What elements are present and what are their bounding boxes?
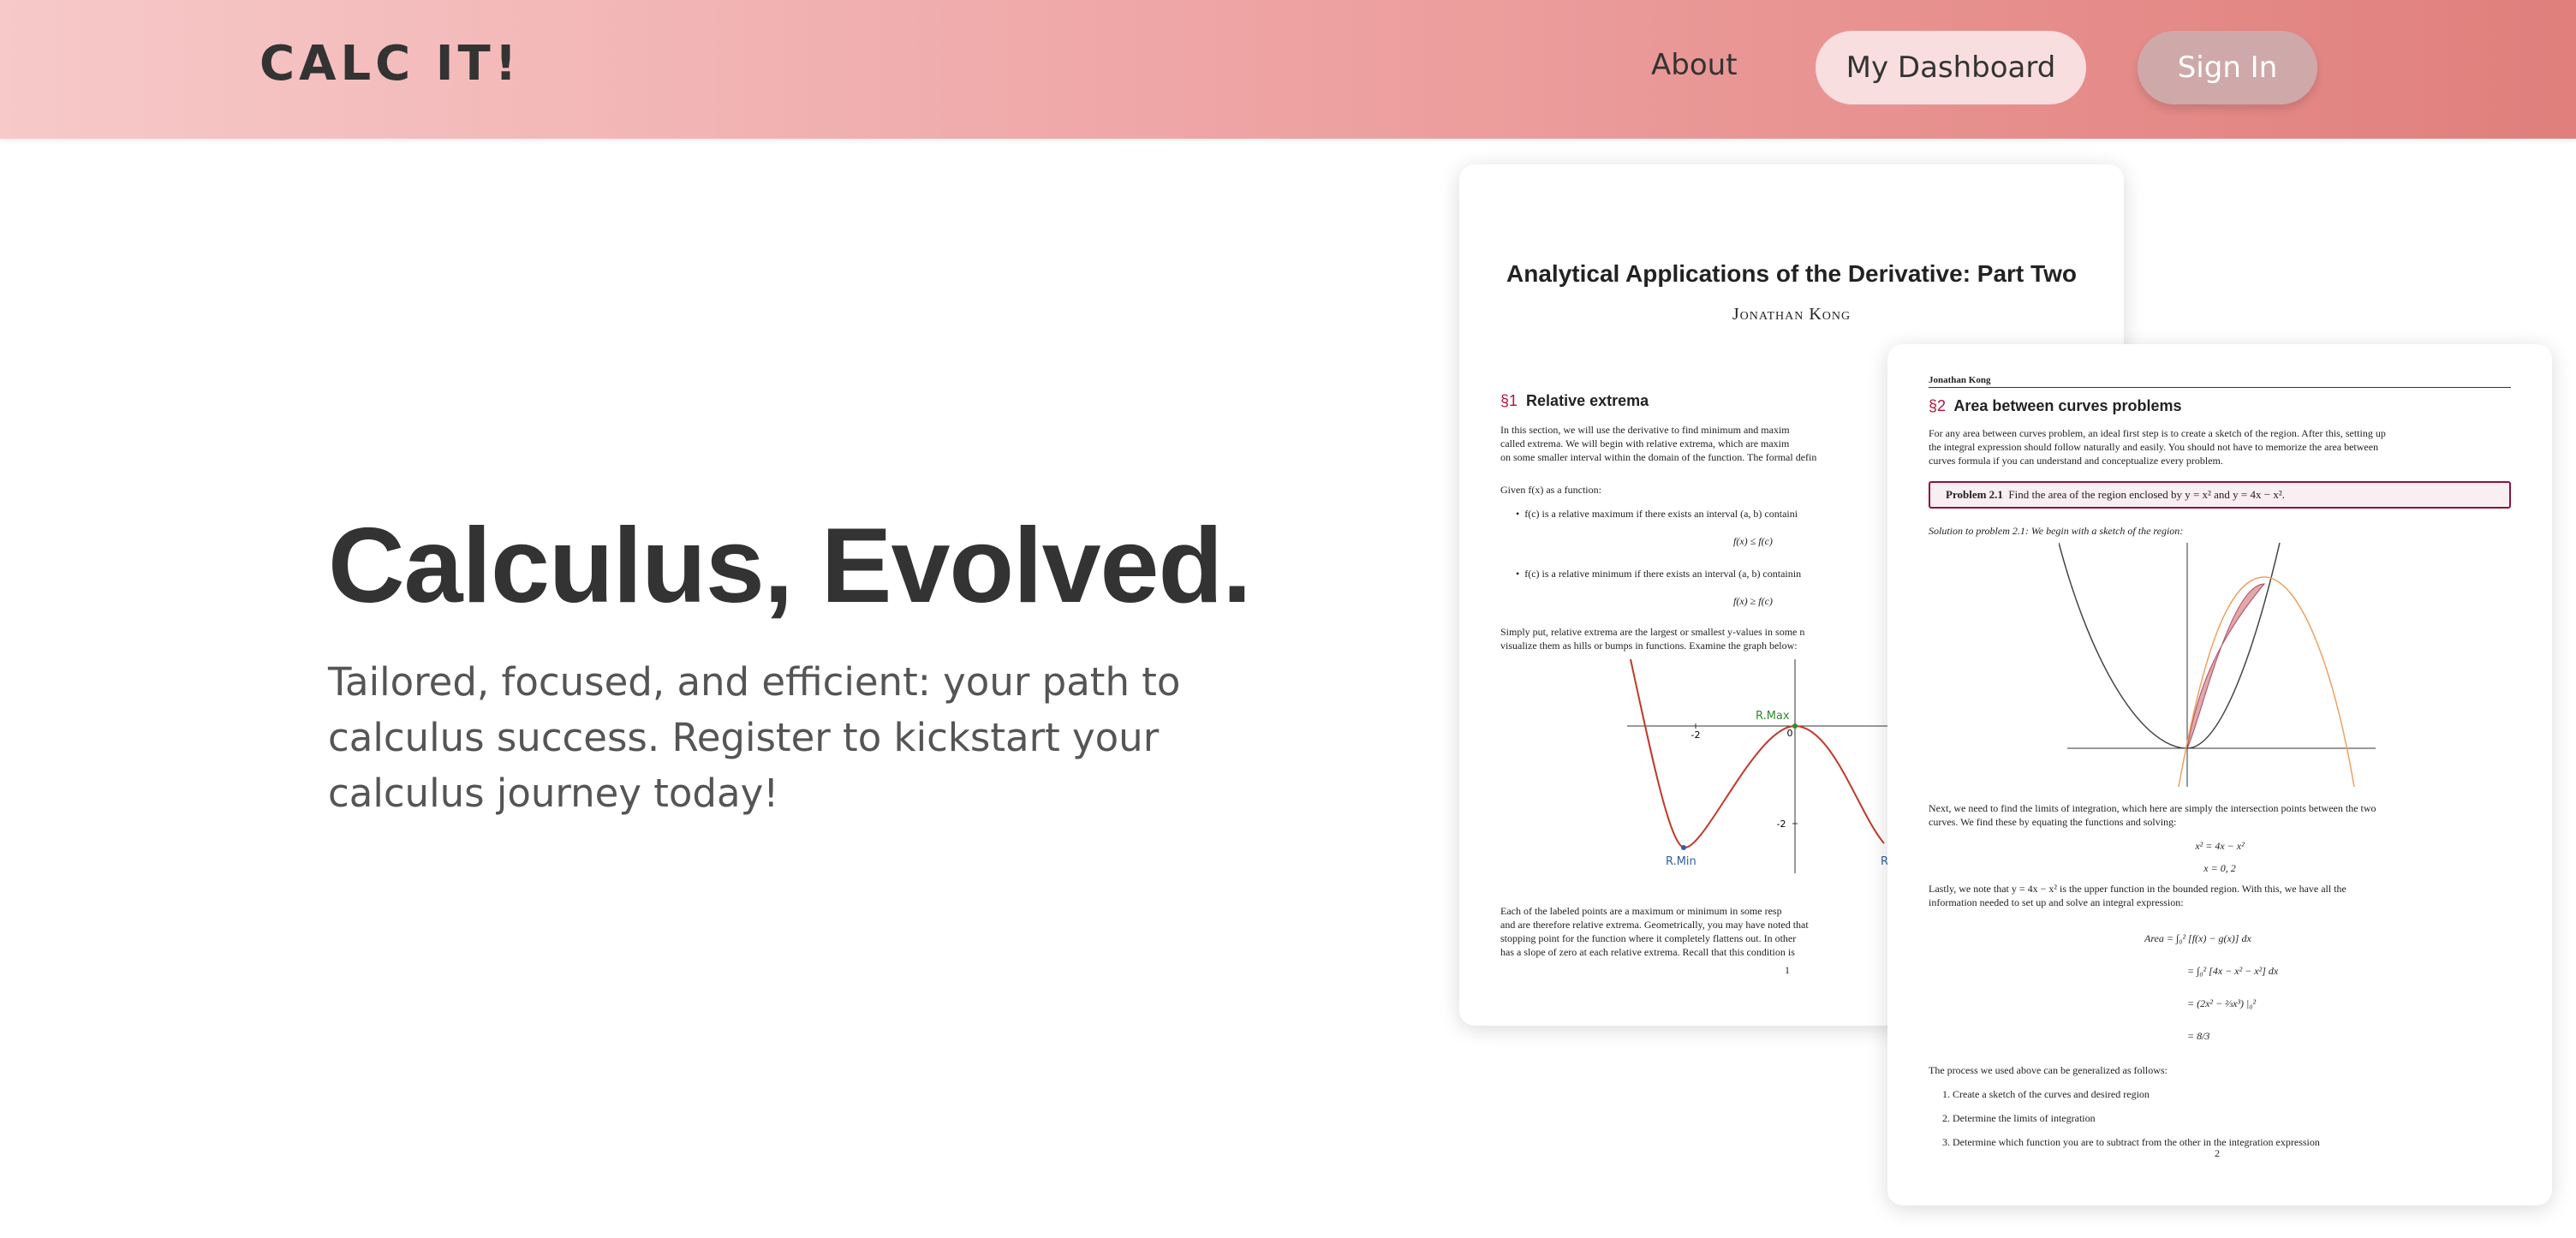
text-line: Lastly, we note that y = 4x − x² is the …: [1929, 883, 2346, 895]
tick-label: 0: [1787, 728, 1793, 739]
text-line: curves. We find these by equating the fu…: [1929, 816, 2177, 828]
bullet-text: f(c) is a relative minimum if there exis…: [1524, 568, 1802, 580]
generalization-text: The process we used above can be general…: [1929, 1064, 2168, 1076]
max-point: [1792, 723, 1798, 729]
bullet-item: • f(c) is a relative maximum if there ex…: [1516, 508, 1798, 520]
equation: = 8/3: [2187, 1030, 2210, 1042]
problem-box: Problem 2.1 Find the area of the region …: [1929, 481, 2511, 509]
running-head: Jonathan Kong: [1929, 375, 2511, 388]
sign-in-button[interactable]: Sign In: [2138, 31, 2317, 104]
section-title: Area between curves problems: [1953, 397, 2182, 414]
text-line: Next, we need to find the limits of inte…: [1929, 802, 2376, 814]
equation: = ∫₀² [4x − x² − x²] dx: [2187, 965, 2279, 977]
equation: x = 0, 2: [2203, 862, 2236, 874]
bullet-text: f(c) is a relative maximum if there exis…: [1524, 508, 1798, 520]
equation: x² = 4x − x²: [2195, 840, 2245, 852]
equation: = (2x² − ⅔x³) |₀²: [2187, 997, 2257, 1009]
notes-page-2-preview: Jonathan Kong §2 Area between curves pro…: [1887, 344, 2552, 1205]
section-number: §1: [1500, 392, 1518, 409]
min-label: R.Min: [1666, 855, 1696, 868]
paragraph: Lastly, we note that y = 4x − x² is the …: [1929, 882, 2519, 909]
hero-title: Calculus, Evolved.: [328, 507, 1252, 625]
text-line: information needed to set up and solve a…: [1929, 896, 2184, 908]
equation: Area = ∫₀² [f(x) − g(x)] dx: [2144, 932, 2251, 944]
given-text: Given f(x) as a function:: [1500, 484, 1601, 496]
area-region-graph: [2059, 543, 2376, 788]
page-number: 1: [1785, 964, 1790, 976]
equation: f(x) ≤ f(c): [1733, 535, 1773, 547]
site-logo[interactable]: CALC IT!: [259, 36, 521, 92]
text-line: For any area between curves problem, an …: [1929, 427, 2386, 439]
list-item: 1. Create a sketch of the curves and des…: [1942, 1088, 2150, 1100]
equation: f(x) ≥ f(c): [1733, 595, 1773, 607]
top-navbar: CALC IT! About My Dashboard Sign In: [0, 0, 2576, 139]
hero-subtitle: Tailored, focused, and efficient: your p…: [328, 659, 1181, 816]
shaded-region: [2186, 583, 2266, 749]
function-curve: [1630, 659, 1885, 849]
paragraph: For any area between curves problem, an …: [1929, 426, 2519, 467]
list-item: 2. Determine the limits of integration: [1942, 1112, 2096, 1124]
problem-text: Find the area of the region enclosed by …: [2008, 488, 2285, 501]
paper-author: Jonathan Kong: [1732, 305, 1852, 324]
text-line: the integral expression should follow na…: [1929, 441, 2379, 453]
list-item: 3. Determine which function you are to s…: [1942, 1136, 2320, 1148]
parabola-x-squared: [2059, 543, 2281, 749]
my-dashboard-button[interactable]: My Dashboard: [1816, 31, 2086, 104]
max-label: R.Max: [1756, 710, 1790, 723]
text-line: curves formula if you can understand and…: [1929, 455, 2223, 467]
section-heading: §2 Area between curves problems: [1929, 397, 2181, 415]
nav-about-link[interactable]: About: [1651, 48, 1738, 82]
bullet-item: • f(c) is a relative minimum if there ex…: [1516, 568, 1802, 580]
min-point: [1681, 845, 1686, 850]
tick-label: -2: [1691, 729, 1701, 741]
solution-intro: Solution to problem 2.1: We begin with a…: [1929, 525, 2184, 537]
section-number: §2: [1929, 397, 1947, 414]
problem-label: Problem 2.1: [1946, 488, 2003, 501]
page-number: 2: [2215, 1147, 2220, 1159]
paragraph: Next, we need to find the limits of inte…: [1929, 801, 2519, 829]
section-title: Relative extrema: [1526, 392, 1649, 409]
section-heading: §1 Relative extrema: [1500, 392, 1649, 410]
paper-title: Analytical Applications of the Derivativ…: [1506, 260, 2077, 287]
tick-label: -2: [1777, 818, 1786, 830]
